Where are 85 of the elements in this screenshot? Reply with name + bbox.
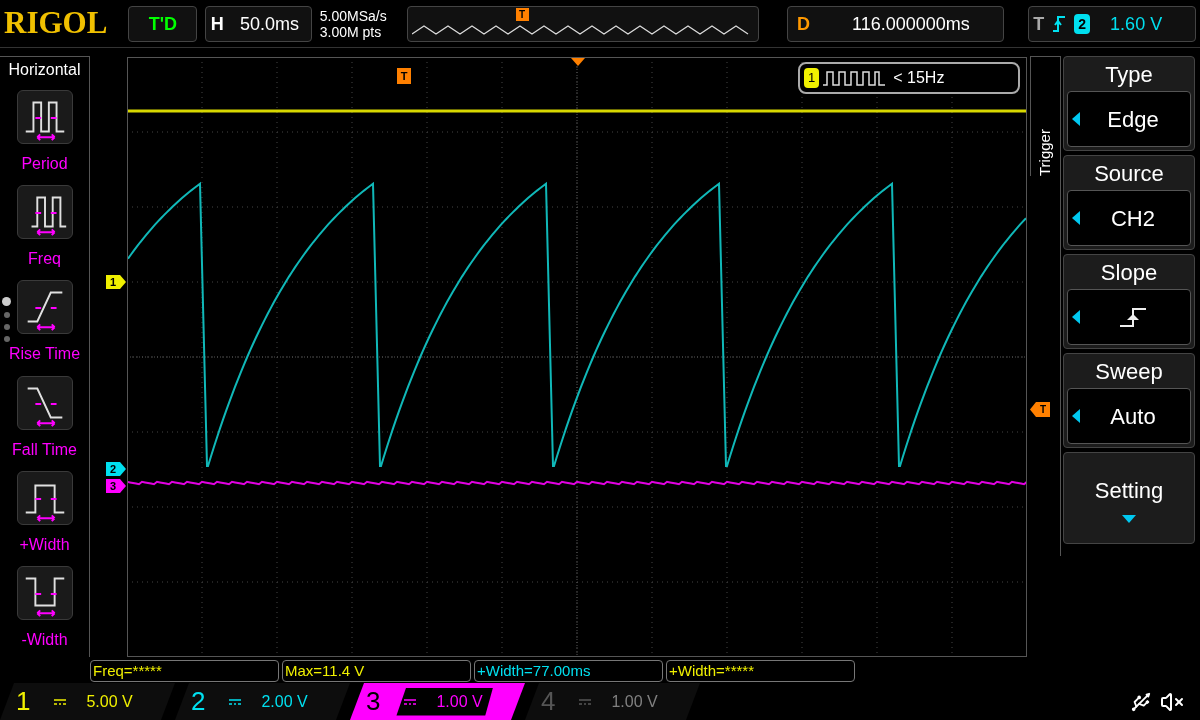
dc-coupling-icon <box>54 698 67 705</box>
channel-number: 4 <box>541 685 556 718</box>
fall-waveform-icon <box>16 375 73 430</box>
measure-item[interactable]: Period <box>16 86 73 182</box>
menu-value: Auto <box>1110 402 1156 431</box>
measure-item[interactable]: -Width <box>16 561 73 658</box>
menu-button[interactable]: Type Edge <box>1063 56 1195 151</box>
trigger-box[interactable]: T 2 1.60 V <box>1028 5 1196 42</box>
horizontal-scale-box[interactable]: H 50.0ms <box>205 5 312 42</box>
nwidth-waveform-icon <box>16 565 73 620</box>
menu-title: Trigger <box>1035 128 1055 176</box>
menu-button[interactable]: Source CH2 <box>1063 155 1195 250</box>
counter-value: < 15Hz <box>893 68 945 88</box>
measure-item[interactable]: Rise Time <box>8 276 81 372</box>
channel-button[interactable]: 1 5.00 V <box>0 683 175 720</box>
channel-marker[interactable]: 1 <box>106 275 126 289</box>
freq-waveform-icon <box>16 185 73 240</box>
channel-scale: 5.00 V <box>86 691 133 712</box>
measure-label: -Width <box>21 629 68 650</box>
channel-scale: 2.00 V <box>261 691 308 712</box>
trigger-level-marker: T <box>1030 402 1050 417</box>
menu-label: Type <box>1105 61 1153 89</box>
channel-scale: 1.00 V <box>611 691 658 712</box>
measure-item[interactable]: Freq <box>16 181 73 277</box>
measure-label: Fall Time <box>12 439 77 460</box>
trigger-position-marker: T <box>397 68 411 84</box>
dc-coupling-icon <box>229 698 242 705</box>
sample-rate: 5.00MSa/s <box>319 7 388 24</box>
rising-edge-icon <box>1052 14 1067 33</box>
channel-marker[interactable]: 2 <box>106 462 126 476</box>
channel-button[interactable]: 4 1.00 V <box>525 683 700 720</box>
rising-edge-icon <box>1118 306 1148 328</box>
channel-button[interactable]: 3 1.00 V <box>350 683 525 720</box>
square-wave-icon <box>823 70 886 86</box>
dc-coupling-icon <box>579 698 592 705</box>
menu-button[interactable]: Slope <box>1063 254 1195 349</box>
measure-label: Period <box>21 154 68 174</box>
center-marker-icon <box>571 58 585 66</box>
menu-label: Source <box>1094 160 1164 188</box>
run-status[interactable]: T'D <box>128 5 198 42</box>
measurement-readout[interactable]: Max=11.4 V <box>282 660 471 682</box>
pwidth-waveform-icon <box>16 470 73 525</box>
channel-number: 2 <box>191 685 206 718</box>
left-triangle-icon <box>1072 409 1080 423</box>
menu-button[interactable]: Sweep Auto <box>1063 353 1195 448</box>
horizontal-scale: 50.0ms <box>239 12 301 36</box>
measurement-readout[interactable]: +Width=77.00ms <box>474 660 663 682</box>
measure-item[interactable]: Fall Time <box>12 371 77 467</box>
trigger-source: 2 <box>1074 13 1091 34</box>
brand-logo: RIGOL <box>4 4 109 43</box>
measure-label: Rise Time <box>8 344 81 365</box>
measurement-readout[interactable]: Freq=***** <box>90 660 279 682</box>
delay-box[interactable]: D 116.000000ms <box>787 5 1005 42</box>
measure-label: +Width <box>19 534 70 555</box>
counter-channel: 1 <box>804 68 820 88</box>
menu-value: CH2 <box>1111 204 1155 233</box>
down-triangle-icon <box>1122 514 1136 523</box>
channel-scale: 1.00 V <box>436 691 483 712</box>
menu-value: Edge <box>1107 105 1159 134</box>
left-triangle-icon <box>1072 310 1080 324</box>
measure-label: Freq <box>28 249 61 270</box>
menu-button[interactable]: Setting <box>1063 452 1195 544</box>
menu-title: Horizontal <box>8 60 81 80</box>
channel-button[interactable]: 2 2.00 V <box>175 683 350 720</box>
dc-coupling-icon <box>404 698 417 705</box>
memory-depth: 3.00M pts <box>319 23 383 40</box>
period-waveform-icon <box>16 90 73 144</box>
channel-number: 1 <box>16 685 31 718</box>
measure-item[interactable]: +Width <box>16 466 73 562</box>
channel-number: 3 <box>366 685 381 718</box>
channel-marker[interactable]: 3 <box>106 479 126 493</box>
delay-value: 116.000000ms <box>851 12 971 36</box>
rise-waveform-icon <box>16 280 73 335</box>
horizontal-label: H <box>209 12 225 36</box>
left-triangle-icon <box>1072 112 1080 126</box>
trigger-position-marker: T <box>515 7 529 21</box>
delay-label: D <box>795 12 811 36</box>
usb-icon <box>1130 690 1152 713</box>
left-triangle-icon <box>1072 211 1080 225</box>
trigger-level: 1.60 V <box>1110 12 1163 36</box>
menu-label: Setting <box>1094 476 1164 505</box>
menu-label: Sweep <box>1095 358 1163 386</box>
measurement-readout[interactable]: +Width=***** <box>666 660 855 682</box>
trigger-label: T <box>1033 12 1045 36</box>
menu-label: Slope <box>1100 259 1158 287</box>
